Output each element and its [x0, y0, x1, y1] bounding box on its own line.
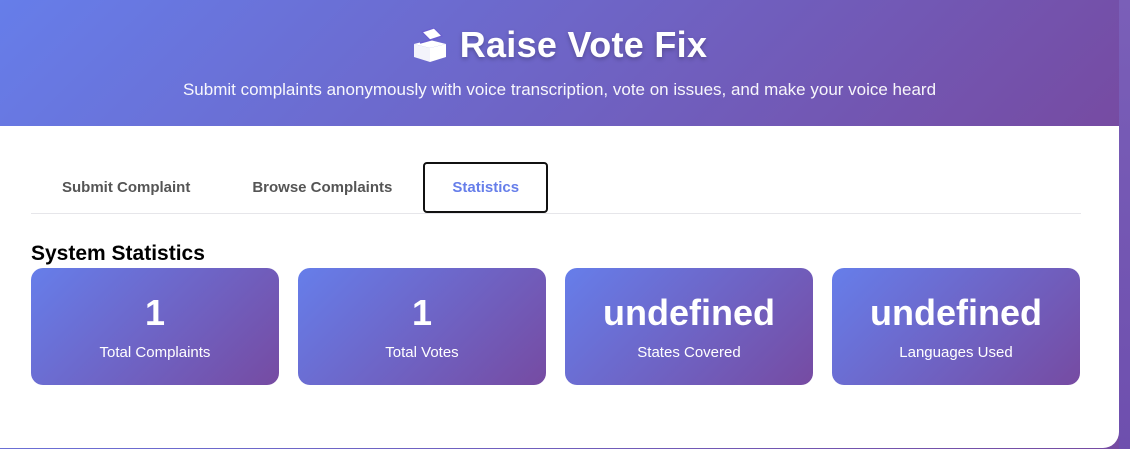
app-container: Raise Vote Fix Submit complaints anonymo…	[0, 0, 1119, 448]
stat-value: 1	[144, 292, 166, 333]
tab-bar: Submit Complaint Browse Complaints Stati…	[31, 162, 1081, 214]
app-header: Raise Vote Fix Submit complaints anonymo…	[0, 0, 1119, 126]
stat-value: 1	[411, 292, 433, 333]
stat-card-languages-used: undefined Languages Used	[832, 268, 1080, 385]
stat-label: States Covered	[637, 344, 741, 361]
stat-value: undefined	[603, 292, 775, 333]
tab-browse-complaints[interactable]: Browse Complaints	[221, 162, 423, 213]
stat-card-total-votes: 1 Total Votes	[298, 268, 546, 385]
app-title: Raise Vote Fix	[459, 24, 708, 65]
app-subtitle: Submit complaints anonymously with voice…	[182, 80, 937, 99]
tab-submit-complaint[interactable]: Submit Complaint	[31, 162, 221, 213]
title-row: Raise Vote Fix	[0, 24, 1119, 66]
ballot-box-icon	[413, 28, 446, 62]
stat-card-states-covered: undefined States Covered	[565, 268, 813, 385]
stat-label: Total Complaints	[99, 344, 211, 361]
stat-label: Total Votes	[385, 344, 459, 361]
page-background-edge	[1119, 0, 1130, 449]
stats-cards: 1 Total Complaints 1 Total Votes undefin…	[31, 268, 1080, 385]
stat-value: undefined	[870, 292, 1042, 333]
tab-statistics[interactable]: Statistics	[423, 162, 549, 213]
stat-card-total-complaints: 1 Total Complaints	[31, 268, 279, 385]
section-title: System Statistics	[31, 242, 205, 265]
stat-label: Languages Used	[899, 344, 1013, 361]
